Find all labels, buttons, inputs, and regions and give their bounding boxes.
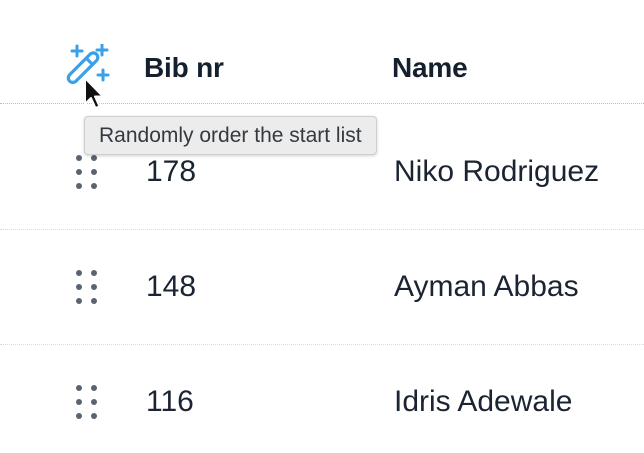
table-row[interactable]: 116 Idris Adewale bbox=[0, 344, 644, 453]
shuffle-tooltip: Randomly order the start list bbox=[84, 116, 377, 155]
mouse-pointer-icon bbox=[84, 77, 104, 109]
drag-handle-icon[interactable] bbox=[72, 382, 102, 424]
bib-number: 178 bbox=[146, 155, 197, 188]
table-header: Bib nr Name bbox=[0, 0, 644, 109]
athlete-name: Niko Rodriguez bbox=[394, 155, 600, 188]
bib-number: 116 bbox=[146, 385, 194, 418]
start-list-table: Bib nr Name Randomly order the start lis… bbox=[0, 0, 644, 453]
column-header-name[interactable]: Name bbox=[392, 50, 468, 86]
athlete-name: Ayman Abbas bbox=[394, 270, 579, 303]
drag-handle-icon[interactable] bbox=[72, 152, 102, 194]
column-header-bib[interactable]: Bib nr bbox=[144, 50, 224, 86]
athlete-name: Idris Adewale bbox=[394, 385, 573, 418]
table-row[interactable]: 148 Ayman Abbas bbox=[0, 229, 644, 345]
bib-number: 148 bbox=[146, 270, 197, 303]
drag-handle-icon[interactable] bbox=[72, 267, 102, 309]
